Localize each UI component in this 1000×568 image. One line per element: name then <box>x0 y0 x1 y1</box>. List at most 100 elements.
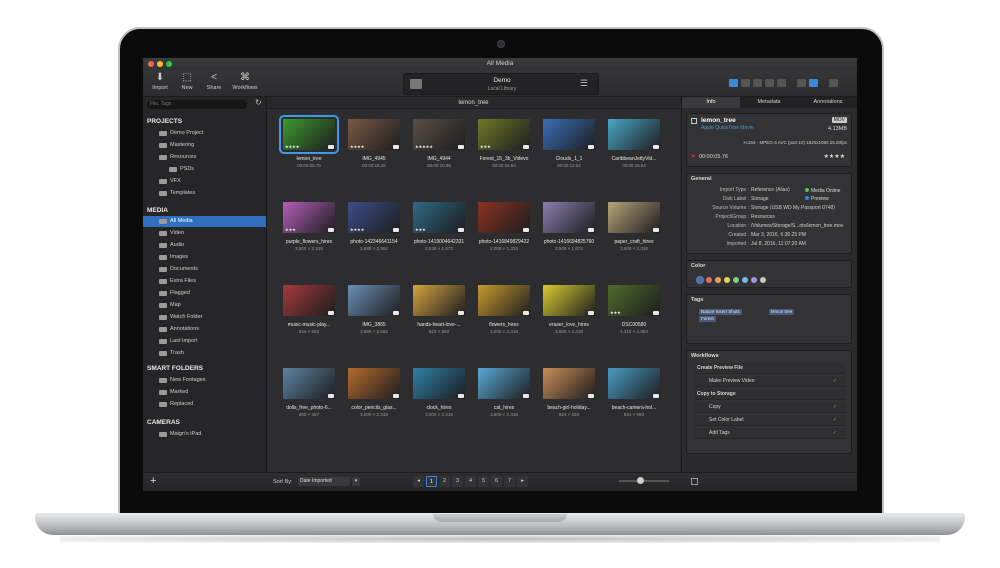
page-button[interactable]: 5 <box>478 476 489 487</box>
media-thumbnail[interactable] <box>413 285 465 316</box>
media-item[interactable]: ★★★ purple_flowers_hires 3,500 × 2,318 <box>279 197 339 269</box>
color-swatch[interactable] <box>760 277 766 283</box>
workflow-item[interactable]: Add Tags ✓ <box>695 428 845 439</box>
page-button[interactable]: 1 <box>426 476 437 487</box>
import-button[interactable]: ⬇ Import <box>146 72 174 91</box>
toggle-inspector-icon[interactable] <box>809 79 818 87</box>
color-swatch[interactable] <box>724 277 730 283</box>
media-thumbnail[interactable]: ★★★ <box>478 119 530 150</box>
media-thumbnail[interactable] <box>543 368 595 399</box>
color-swatch[interactable] <box>751 277 757 283</box>
sidebar-item[interactable]: Mastering <box>143 140 266 151</box>
color-swatch[interactable] <box>733 277 739 283</box>
media-thumbnail[interactable]: ★★★ <box>413 202 465 233</box>
tag-chip[interactable]: Forest <box>699 316 716 322</box>
media-thumbnail[interactable]: ★★★★ <box>348 202 400 233</box>
preview-status[interactable]: Preview <box>805 196 829 202</box>
sidebar-item[interactable]: Replaced <box>143 399 266 410</box>
workflow-item[interactable]: Copy ✓ <box>695 402 845 413</box>
media-item[interactable]: paper_craft_hires 3,500 × 2,318 <box>604 197 664 269</box>
sidebar-item[interactable]: Last Import <box>143 336 266 347</box>
media-thumbnail[interactable] <box>543 202 595 233</box>
column-view-icon[interactable] <box>753 79 762 87</box>
sidebar-item[interactable]: Templates <box>143 188 266 199</box>
tab-annotations[interactable]: Annotations <box>799 97 857 108</box>
filmstrip-view-icon[interactable] <box>765 79 774 87</box>
media-thumbnail[interactable] <box>283 285 335 316</box>
sidebar-item[interactable]: Audio <box>143 240 266 251</box>
tab-info[interactable]: Info <box>682 97 740 108</box>
media-thumbnail[interactable] <box>478 285 530 316</box>
media-item[interactable]: ★★★★★ IMG_4944 00:00:10.86 <box>409 114 469 186</box>
media-thumbnail[interactable] <box>608 202 660 233</box>
media-item[interactable]: beach-camera-hol... 824 × 550 <box>604 363 664 435</box>
export-icon[interactable] <box>829 79 838 87</box>
map-view-icon[interactable] <box>777 79 786 87</box>
media-thumbnail[interactable]: ★★★★ <box>348 119 400 150</box>
sidebar-item[interactable]: Images <box>143 252 266 263</box>
color-swatch[interactable] <box>742 277 748 283</box>
media-thumbnail[interactable]: ★★★ <box>608 285 660 316</box>
media-item[interactable]: clock_hires 3,500 × 2,318 <box>409 363 469 435</box>
sidebar-item[interactable]: Maign's iPad <box>143 429 266 440</box>
media-item[interactable]: CaribbeanJettyVid... 00:00:16.64 <box>604 114 664 186</box>
color-swatch[interactable] <box>706 277 712 283</box>
workflow-item[interactable]: Copy to Storage <box>695 389 845 400</box>
media-thumbnail[interactable] <box>413 368 465 399</box>
media-item[interactable]: ★★★ DSC00580 4,310 × 2,864 <box>604 280 664 352</box>
rating-stars[interactable]: ★★★★ <box>823 153 845 160</box>
share-button[interactable]: < Share <box>200 72 228 91</box>
media-item[interactable]: Clouds_1_1 00:00:12.52 <box>539 114 599 186</box>
workflow-item[interactable]: Set Color Label ✓ <box>695 415 845 426</box>
page-button[interactable]: 2 <box>439 476 450 487</box>
media-thumbnail[interactable]: ★★★ <box>283 202 335 233</box>
media-item[interactable]: music-music-play... 824 × 550 <box>279 280 339 352</box>
media-item[interactable]: hands-heart-love-... 824 × 550 <box>409 280 469 352</box>
media-thumbnail[interactable] <box>608 368 660 399</box>
media-thumbnail[interactable] <box>348 368 400 399</box>
search-input[interactable]: File, Tags <box>147 100 247 109</box>
slider-knob[interactable] <box>637 477 644 484</box>
media-item[interactable]: photo-1416849829422 2,000 × 1,333 <box>474 197 534 269</box>
tab-metadata[interactable]: Metadata <box>740 97 798 108</box>
media-thumbnail[interactable] <box>543 285 595 316</box>
tag-chip[interactable]: Nature Insert Shots <box>699 309 742 315</box>
workflow-item[interactable]: Make Preview Video ✓ <box>695 376 845 387</box>
media-thumbnail[interactable] <box>283 368 335 399</box>
media-item[interactable]: ★★★★ lemon_tree 00:00:05.76 <box>279 114 339 186</box>
media-thumbnail[interactable] <box>478 368 530 399</box>
library-selector[interactable]: Demo Local Library ☰ <box>403 73 599 95</box>
media-thumbnail[interactable] <box>348 285 400 316</box>
sort-direction-icon[interactable]: ▾ <box>352 477 360 486</box>
page-button[interactable]: 4 <box>465 476 476 487</box>
grid-view-icon[interactable] <box>729 79 738 87</box>
list-view-icon[interactable] <box>741 79 750 87</box>
sidebar-item[interactable]: Map <box>143 300 266 311</box>
previous-page-icon[interactable]: ◂ <box>413 476 424 487</box>
refresh-icon[interactable]: ↻ <box>255 98 262 107</box>
media-item[interactable]: ★★★★ IMG_4945 00:00:18.26 <box>344 114 404 186</box>
page-button[interactable]: 3 <box>452 476 463 487</box>
page-button[interactable]: 6 <box>491 476 502 487</box>
media-thumbnail[interactable] <box>478 202 530 233</box>
color-swatch[interactable] <box>697 277 703 283</box>
sidebar-item[interactable]: Marked <box>143 387 266 398</box>
workflows-button[interactable]: ⌘ Workflows <box>231 72 259 91</box>
new-button[interactable]: ⬚ New <box>173 72 201 91</box>
sidebar-item[interactable]: Demo Project <box>143 128 266 139</box>
list-icon[interactable]: ☰ <box>580 78 588 89</box>
media-item[interactable]: eraser_love_hires 3,500 × 2,318 <box>539 280 599 352</box>
media-item[interactable]: color_pencils_glas... 3,500 × 2,318 <box>344 363 404 435</box>
sidebar-item[interactable]: All Media <box>143 216 266 227</box>
media-thumbnail[interactable] <box>543 119 595 150</box>
media-item[interactable]: beach-girl-holiday... 824 × 550 <box>539 363 599 435</box>
media-item[interactable]: IMG_3865 3,888 × 2,592 <box>344 280 404 352</box>
workflow-item[interactable]: Create Preview File <box>695 363 845 374</box>
thumbnail-size-slider[interactable] <box>619 477 669 484</box>
tag-chip[interactable]: lemon tree <box>769 309 795 315</box>
media-item[interactable]: flowers_hires 3,500 × 2,318 <box>474 280 534 352</box>
media-thumbnail[interactable]: ★★★★ <box>279 115 339 154</box>
media-item[interactable]: cat_hires 3,500 × 2,318 <box>474 363 534 435</box>
sidebar-item[interactable]: New Footages <box>143 375 266 386</box>
color-swatch[interactable] <box>715 277 721 283</box>
